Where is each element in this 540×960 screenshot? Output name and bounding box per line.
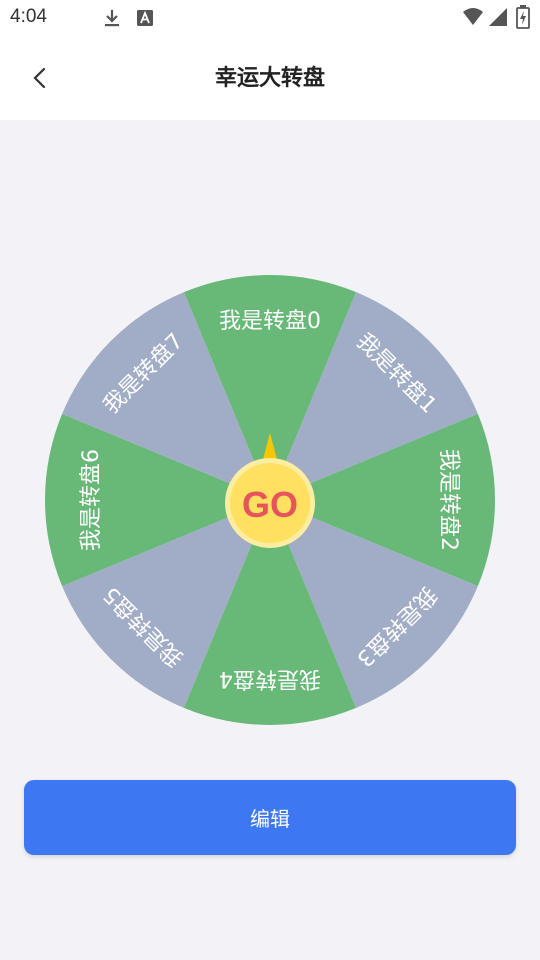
battery-icon <box>516 5 530 29</box>
edit-button-label: 编辑 <box>250 807 290 831</box>
wheel-segment-label: 我是转盘0 <box>219 309 321 334</box>
a-badge-icon <box>137 10 153 26</box>
nav-bar: 幸运大转盘 <box>0 36 540 120</box>
wheel-segment-label: 我是转盘4 <box>219 666 321 691</box>
wheel-graphic: 我是转盘0我是转盘1我是转盘2我是转盘3我是转盘4我是转盘5我是转盘6我是转盘7… <box>45 275 495 725</box>
edit-button[interactable]: 编辑 <box>24 780 516 855</box>
wheel-segment-label: 我是转盘6 <box>79 449 104 551</box>
lucky-wheel[interactable]: 我是转盘0 我是转盘1 我是转盘2 我是转盘3 我是转盘4 我是转盘5 我是转盘6 我是转盘7… <box>40 265 500 725</box>
page-title: 幸运大转盘 <box>214 66 325 91</box>
signal-icon <box>489 8 507 26</box>
wifi-icon <box>463 8 483 25</box>
wheel-segment-label: 我是转盘2 <box>436 449 461 551</box>
status-bar: 4:04 <box>0 0 540 36</box>
status-time: 4:04 <box>10 6 47 27</box>
go-label: GO <box>242 484 298 525</box>
download-icon <box>105 10 119 27</box>
